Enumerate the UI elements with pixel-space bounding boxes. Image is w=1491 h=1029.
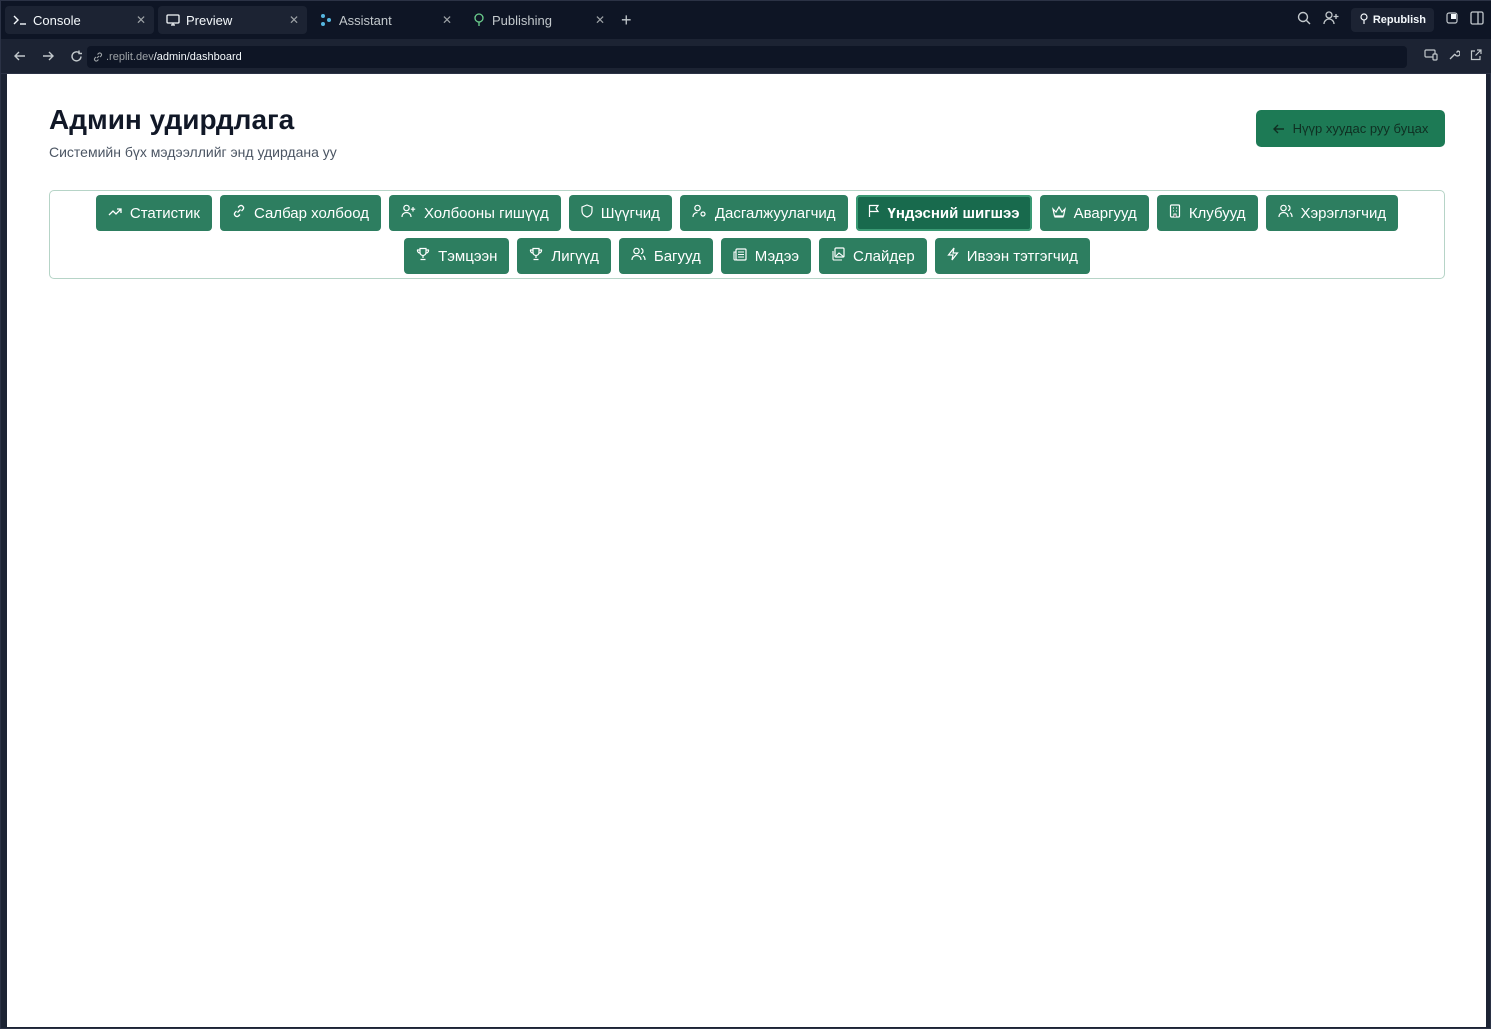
nav-federations-button[interactable]: Салбар холбоод xyxy=(219,195,381,231)
republish-label: Republish xyxy=(1372,14,1426,26)
tab-publishing[interactable]: Publishing ✕ xyxy=(464,6,613,34)
nav-slider-button[interactable]: Слайдер xyxy=(819,238,927,274)
tab-assistant[interactable]: Assistant ✕ xyxy=(311,6,460,34)
trending-up-icon xyxy=(108,205,122,222)
forward-arrow-icon[interactable] xyxy=(35,43,61,69)
wrench-icon[interactable] xyxy=(1448,48,1461,66)
invite-user-icon[interactable] xyxy=(1323,10,1339,30)
tab-publishing-label: Publishing xyxy=(492,12,552,28)
close-icon[interactable]: ✕ xyxy=(442,13,452,27)
browser-window: Console ✕ Preview ✕ Assistant ✕ Publishi… xyxy=(0,0,1491,1029)
back-arrow-icon[interactable] xyxy=(7,43,33,69)
nav-label: Мэдээ xyxy=(754,247,800,265)
nav-label: Лигүүд xyxy=(551,247,599,265)
nav-label: Слайдер xyxy=(853,247,915,265)
close-icon[interactable]: ✕ xyxy=(289,13,299,27)
nav-label: Холбооны гишүүд xyxy=(423,204,549,222)
page-subtitle: Системийн бүх мэдээллийг энд удирдана уу xyxy=(49,144,337,160)
users-icon xyxy=(1277,204,1293,222)
nav-users-button[interactable]: Хэрэглэгчид xyxy=(1265,195,1399,231)
address-bar: .replit.dev/admin/dashboard xyxy=(1,39,1491,74)
terminal-icon xyxy=(13,13,27,27)
nav-sponsors-button[interactable]: Ивээн тэтгэгчид xyxy=(934,238,1090,274)
nav-label: Аваргууд xyxy=(1073,204,1137,222)
nav-label: Дасгалжуулагчид xyxy=(714,204,836,222)
extension-icon[interactable] xyxy=(1446,11,1458,29)
url-domain: .replit.dev xyxy=(106,51,154,63)
tabbar-actions: Republish xyxy=(1297,1,1484,39)
nav-members-button[interactable]: Холбооны гишүүд xyxy=(388,195,561,231)
reload-icon[interactable] xyxy=(63,43,89,69)
back-to-home-label: Нүүр хуудас руу буцах xyxy=(1292,121,1429,136)
url-field[interactable]: .replit.dev/admin/dashboard xyxy=(87,46,1407,68)
split-view-icon[interactable] xyxy=(1470,10,1484,30)
nav-coaches-button[interactable]: Дасгалжуулагчид xyxy=(679,195,848,231)
tab-preview[interactable]: Preview ✕ xyxy=(158,6,307,34)
tab-bar: Console ✕ Preview ✕ Assistant ✕ Publishi… xyxy=(1,1,1491,39)
link-icon xyxy=(93,52,103,62)
arrow-left-icon xyxy=(1272,123,1285,135)
nav-label: Клубууд xyxy=(1188,204,1246,222)
nav-champions-button[interactable]: Аваргууд xyxy=(1039,195,1149,231)
zap-icon xyxy=(947,247,959,265)
assistant-icon xyxy=(319,13,333,27)
new-tab-icon[interactable]: + xyxy=(621,10,632,31)
page-title: Админ удирдлага xyxy=(49,104,295,135)
nav-label: Үндэсний шигшээ xyxy=(887,204,1020,222)
crown-icon xyxy=(1051,205,1066,222)
url-path: /admin/dashboard xyxy=(153,51,242,63)
publishing-icon xyxy=(472,13,486,27)
nav-tournaments-button[interactable]: Тэмцээн xyxy=(404,238,510,274)
admin-nav-panel: Статистик Салбар холбоод Холбооны гишүүд… xyxy=(49,190,1445,279)
tab-preview-label: Preview xyxy=(186,12,233,28)
external-link-icon[interactable] xyxy=(1470,48,1482,66)
nav-news-button[interactable]: Мэдээ xyxy=(720,238,812,274)
tab-console[interactable]: Console ✕ xyxy=(5,6,154,34)
devices-icon[interactable] xyxy=(1424,48,1438,66)
admin-nav-row-1: Статистик Салбар холбоод Холбооны гишүүд… xyxy=(50,195,1444,231)
search-icon[interactable] xyxy=(1297,11,1311,30)
nav-statistics-button[interactable]: Статистик xyxy=(95,195,212,231)
nav-label: Хэрэглэгчид xyxy=(1300,204,1387,222)
flag-icon xyxy=(868,204,880,222)
nav-label: Ивээн тэтгэгчид xyxy=(966,247,1078,265)
back-to-home-button[interactable]: Нүүр хуудас руу буцах xyxy=(1256,110,1445,147)
publish-icon xyxy=(1359,12,1369,28)
close-icon[interactable]: ✕ xyxy=(595,13,605,27)
nav-national-team-button[interactable]: Үндэсний шигшээ xyxy=(855,195,1032,231)
nav-label: Тэмцээн xyxy=(438,247,498,265)
close-icon[interactable]: ✕ xyxy=(136,13,146,27)
newspaper-icon xyxy=(733,247,747,265)
building-icon xyxy=(1169,204,1181,222)
nav-label: Статистик xyxy=(129,204,200,222)
user-plus-icon xyxy=(401,204,416,222)
republish-button[interactable]: Republish xyxy=(1350,8,1434,32)
nav-referees-button[interactable]: Шүүгчид xyxy=(568,195,672,231)
tab-console-label: Console xyxy=(33,12,81,28)
monitor-icon xyxy=(166,13,180,27)
tab-assistant-label: Assistant xyxy=(339,12,392,28)
nav-label: Шүүгчид xyxy=(600,204,660,222)
trophy-icon xyxy=(529,247,543,265)
nav-leagues-button[interactable]: Лигүүд xyxy=(517,238,611,274)
nav-teams-button[interactable]: Багууд xyxy=(618,238,713,274)
users-icon xyxy=(631,247,646,265)
trophy-icon xyxy=(416,247,430,265)
shield-icon xyxy=(581,204,593,222)
address-actions xyxy=(1424,39,1482,74)
nav-label: Багууд xyxy=(653,247,701,265)
user-cog-icon xyxy=(692,204,707,222)
images-icon xyxy=(831,247,845,265)
nav-label: Салбар холбоод xyxy=(253,204,369,222)
admin-nav-row-2: Тэмцээн Лигүүд Багууд Мэдээ Слайдер Ивээ… xyxy=(50,238,1444,274)
link-icon xyxy=(232,204,246,222)
nav-clubs-button[interactable]: Клубууд xyxy=(1156,195,1258,231)
page-viewport: Админ удирдлага Системийн бүх мэдээллийг… xyxy=(7,74,1486,1027)
